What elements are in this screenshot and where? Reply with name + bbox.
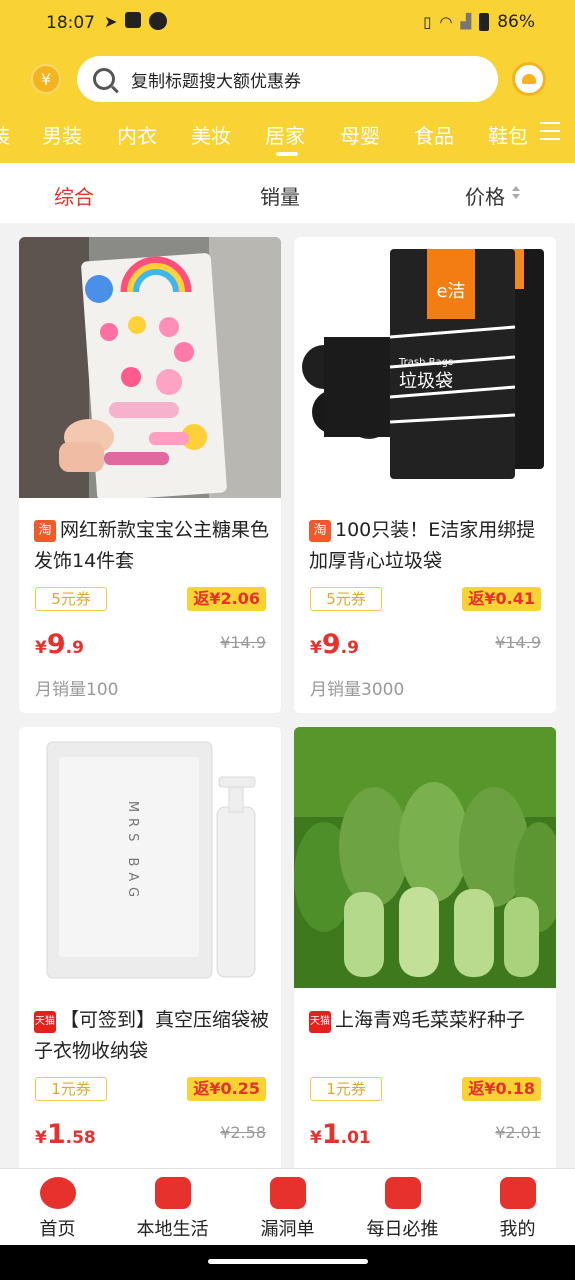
sort-comprehensive[interactable]: 综合 <box>54 181 94 210</box>
tab-category[interactable]: 鞋包 <box>488 120 528 149</box>
menu-icon[interactable] <box>540 122 560 140</box>
taobao-icon: 淘 <box>34 520 56 542</box>
bottom-nav: 首页 本地生活 漏洞单 每日必推 我的 <box>0 1168 575 1245</box>
monthly-sales: 月销量3000 <box>310 680 405 700</box>
tmall-icon: 天猫 <box>34 1011 56 1033</box>
nav-deals[interactable]: 漏洞单 <box>230 1177 345 1241</box>
product-price: ¥9.9 <box>35 629 84 660</box>
layers-icon <box>499 1177 536 1209</box>
search-placeholder: 复制标题搜大额优惠券 <box>131 71 301 92</box>
search-bar[interactable]: 复制标题搜大额优惠券 <box>77 56 498 102</box>
product-card[interactable]: 淘网红新款宝宝公主糖果色发饰14件套 5元券 返¥2.06 ¥9.9 ¥14.9… <box>19 237 281 713</box>
check-icon <box>149 12 168 30</box>
home-icon <box>39 1177 76 1209</box>
original-price: ¥2.58 <box>220 1123 266 1142</box>
nav-label: 我的 <box>499 1219 536 1240</box>
product-title: 天猫 上海青鸡毛菜菜籽种子 <box>309 1009 526 1033</box>
battery-icon <box>479 13 490 31</box>
product-card[interactable]: MRS BAG 天猫 【可签到】真空压缩袋被子衣物收纳袋 1元券 返¥0.25 ¥… <box>19 727 281 1187</box>
customer-service-icon[interactable] <box>512 62 546 96</box>
original-price: ¥14.9 <box>220 633 266 652</box>
people-icon <box>384 1177 421 1209</box>
product-image-trashbags: e洁 Trash Bags 垃圾袋 <box>294 237 556 498</box>
nav-label: 每日必推 <box>366 1219 439 1240</box>
product-card[interactable]: e洁 Trash Bags 垃圾袋 淘 100只装！E洁家用绑提加厚背心垃圾袋 5… <box>294 237 556 713</box>
nav-label: 漏洞单 <box>260 1219 315 1240</box>
tab-category[interactable]: 装 <box>0 120 10 149</box>
telegram-icon: ➤ <box>104 12 118 31</box>
header: 18:07 ➤ ▯ ◠ ▟ 86% ¥ 复制标题搜大额优惠券 装 男装 内衣 美… <box>0 0 575 163</box>
sort-caret-icon <box>512 186 520 200</box>
monthly-sales: 月销量100 <box>35 680 119 700</box>
mail-icon <box>125 12 142 28</box>
tab-category[interactable]: 内衣 <box>117 120 157 149</box>
nav-home[interactable]: 首页 <box>0 1177 115 1241</box>
nav-daily-picks[interactable]: 每日必推 <box>345 1177 460 1241</box>
trash-label-en: Trash Bags <box>398 357 453 368</box>
tab-category[interactable]: 男装 <box>42 120 82 149</box>
sort-sales[interactable]: 销量 <box>260 181 300 210</box>
box-icon <box>269 1177 306 1209</box>
product-title: 天猫 【可签到】真空压缩袋被子衣物收纳袋 <box>34 1009 270 1062</box>
active-tab-indicator <box>276 152 298 156</box>
tab-category[interactable]: 食品 <box>414 120 454 149</box>
wifi-icon: ◠ <box>439 13 453 31</box>
product-title: 淘网红新款宝宝公主糖果色发饰14件套 <box>34 519 270 572</box>
tab-category-active[interactable]: 居家 <box>265 120 305 149</box>
product-price: ¥9.9 <box>310 629 359 660</box>
original-price: ¥14.9 <box>495 633 541 652</box>
bag-text: MRS BAG <box>125 801 140 903</box>
trash-label-cn: 垃圾袋 <box>399 371 453 392</box>
home-gesture-bar[interactable] <box>208 1259 368 1264</box>
rebate-badge: 返¥2.06 <box>187 587 266 611</box>
original-price: ¥2.01 <box>495 1123 541 1142</box>
sort-price[interactable]: 价格 <box>465 181 505 210</box>
coupon-badge: 5元券 <box>310 587 382 611</box>
coupon-badge: 5元券 <box>35 587 107 611</box>
nav-mine[interactable]: 我的 <box>460 1177 575 1241</box>
status-bar: 18:07 ➤ ▯ ◠ ▟ 86% <box>0 0 575 48</box>
robot-icon <box>154 1177 191 1209</box>
battery-level: 86% <box>497 12 535 32</box>
coin-icon[interactable]: ¥ <box>31 64 61 94</box>
product-image-vacuum-bag: MRS BAG <box>19 727 281 988</box>
vibrate-icon: ▯ <box>423 13 432 31</box>
search-icon <box>93 68 115 90</box>
trash-brand: e洁 <box>436 281 465 302</box>
nav-label: 本地生活 <box>136 1219 209 1240</box>
nav-local-life[interactable]: 本地生活 <box>115 1177 230 1241</box>
nav-label: 首页 <box>39 1219 76 1240</box>
system-nav-bar <box>0 1245 575 1280</box>
coupon-badge: 1元券 <box>35 1077 107 1101</box>
tmall-icon: 天猫 <box>309 1011 331 1033</box>
rebate-badge: 返¥0.18 <box>462 1077 541 1101</box>
tab-category[interactable]: 母婴 <box>340 120 380 149</box>
product-image-bokchoy <box>294 727 556 988</box>
product-price: ¥1.58 <box>35 1119 96 1150</box>
product-card[interactable]: 天猫 上海青鸡毛菜菜籽种子 1元券 返¥0.18 ¥1.01 ¥2.01 <box>294 727 556 1187</box>
sort-bar: 综合 销量 价格 <box>0 163 575 223</box>
signal-icon: ▟ <box>460 14 472 30</box>
status-time: 18:07 <box>46 13 95 33</box>
product-price: ¥1.01 <box>310 1119 371 1150</box>
tab-category[interactable]: 美妆 <box>191 120 231 149</box>
product-title: 淘 100只装！E洁家用绑提加厚背心垃圾袋 <box>309 519 536 572</box>
coupon-badge: 1元券 <box>310 1077 382 1101</box>
product-image-hairclips <box>19 237 281 498</box>
rebate-badge: 返¥0.25 <box>187 1077 266 1101</box>
taobao-icon: 淘 <box>309 520 331 542</box>
rebate-badge: 返¥0.41 <box>462 587 541 611</box>
